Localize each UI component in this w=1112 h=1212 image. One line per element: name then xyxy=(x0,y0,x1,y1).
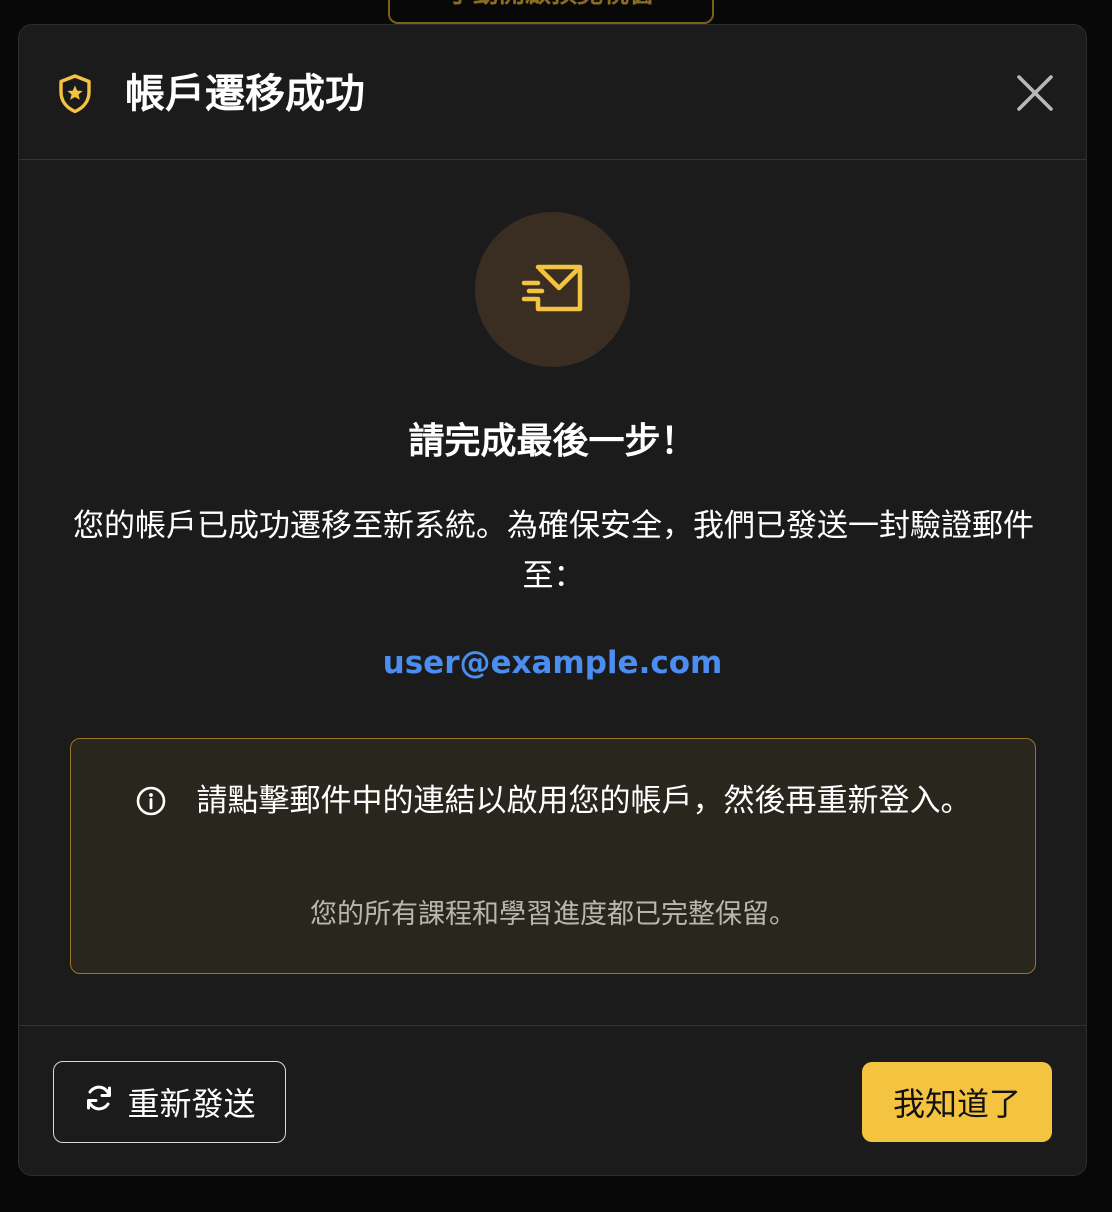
dialog-title: 帳戶遷移成功 xyxy=(125,71,365,117)
verification-email-address[interactable]: user@example.com xyxy=(19,639,1086,687)
background-preview-button-label: 手動開啟預覽視窗 xyxy=(447,0,655,10)
info-icon xyxy=(135,785,167,817)
migration-description: 您的帳戶已成功遷移至新系統。為確保安全，我們已發送一封驗證郵件至： xyxy=(73,508,1034,594)
close-icon xyxy=(1015,73,1055,117)
close-button[interactable] xyxy=(1009,69,1061,121)
final-step-heading: 請完成最後一步！ xyxy=(408,421,697,462)
acknowledge-button[interactable]: 我知道了 xyxy=(862,1062,1052,1142)
shield-star-icon xyxy=(55,73,95,115)
progress-preserved-note: 您的所有課程和學習進度都已完整保留。 xyxy=(310,899,796,930)
mail-icon-badge xyxy=(475,212,630,367)
mail-send-icon xyxy=(520,261,586,319)
refresh-icon xyxy=(83,1082,115,1122)
background-preview-button[interactable]: 手動開啟預覽視窗 xyxy=(388,0,714,24)
resend-button-label: 重新發送 xyxy=(127,1085,256,1123)
activation-instruction: 請點擊郵件中的連結以啟用您的帳戶，然後再重新登入。 xyxy=(196,783,972,819)
dialog-header: 帳戶遷移成功 xyxy=(19,25,1086,160)
activation-info-box: 請點擊郵件中的連結以啟用您的帳戶，然後再重新登入。 您的所有課程和學習進度都已完… xyxy=(70,738,1036,974)
dialog-footer: 重新發送 我知道了 xyxy=(19,1025,1086,1175)
resend-button[interactable]: 重新發送 xyxy=(53,1061,286,1143)
migration-success-dialog: 帳戶遷移成功 請完成最後一步！ 您的帳戶已成功遷移至新系統。為確保安全，我們已發… xyxy=(18,24,1087,1176)
acknowledge-button-label: 我知道了 xyxy=(892,1085,1021,1123)
